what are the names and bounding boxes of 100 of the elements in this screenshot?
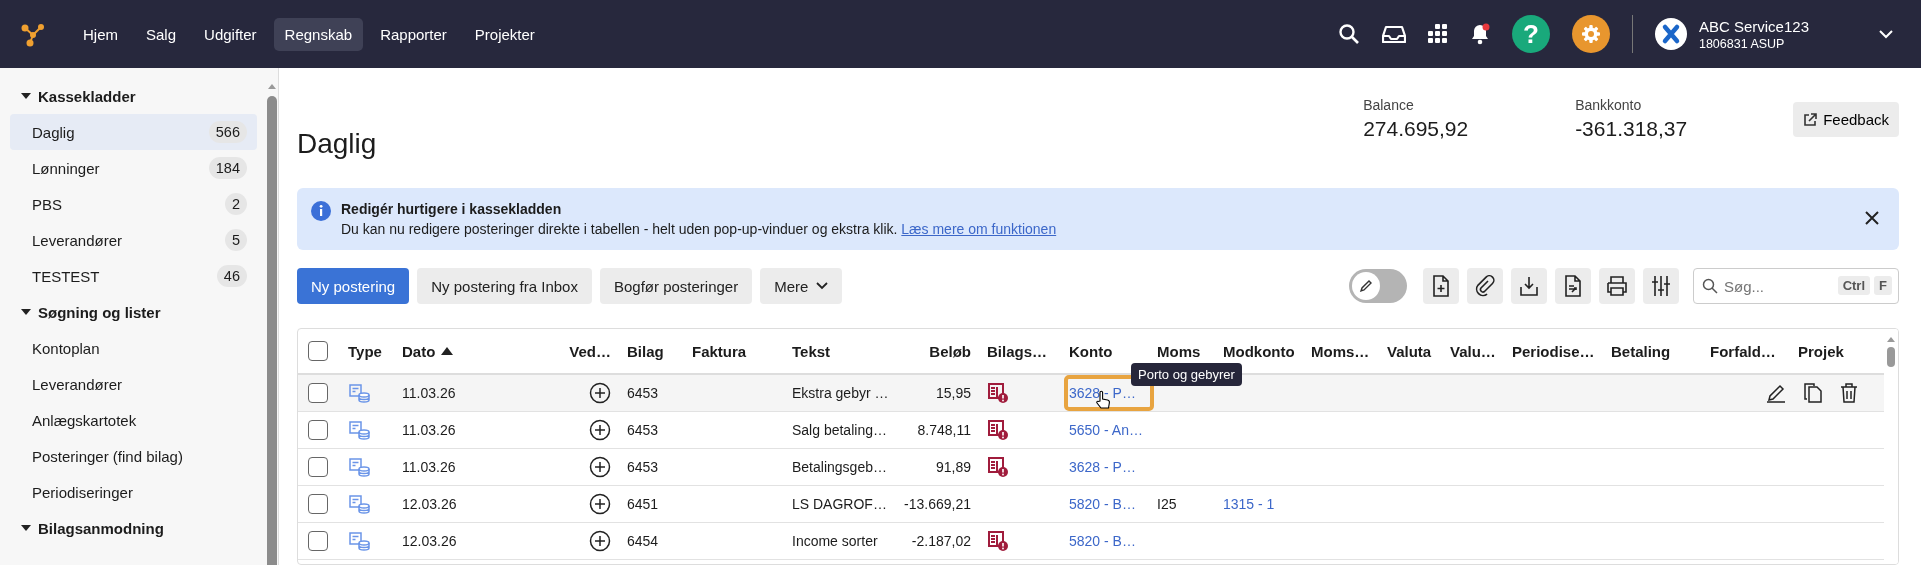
search-icon[interactable] bbox=[1337, 23, 1360, 45]
account-link[interactable]: 5650 - An… bbox=[1069, 422, 1143, 438]
sidebar-item[interactable]: Daglig 566 bbox=[10, 114, 257, 150]
text-cell: Salg betaling… bbox=[792, 422, 887, 438]
edit-icon[interactable] bbox=[1766, 383, 1786, 403]
item-label: Anlægskartotek bbox=[32, 411, 137, 429]
feedback-button[interactable]: Feedback bbox=[1793, 102, 1899, 137]
column-header[interactable]: Projek bbox=[1798, 342, 1844, 360]
stat-value: -361.318,37 bbox=[1575, 117, 1689, 141]
add-icon[interactable] bbox=[589, 419, 611, 441]
item-label: Daglig bbox=[32, 123, 75, 141]
column-header[interactable]: Tekst bbox=[792, 342, 831, 360]
add-icon[interactable] bbox=[589, 493, 611, 515]
sidebar-item[interactable]: Leverandører bbox=[10, 366, 257, 402]
account-link[interactable]: 1315 - 1 bbox=[1223, 496, 1275, 512]
new-document-icon[interactable] bbox=[1423, 268, 1459, 304]
copy-icon[interactable] bbox=[1804, 383, 1822, 403]
scroll-up-icon[interactable] bbox=[266, 82, 277, 90]
settings-button[interactable] bbox=[1571, 15, 1610, 53]
column-header[interactable]: Konto bbox=[1069, 342, 1113, 360]
nav-tab[interactable]: Rapporter bbox=[369, 17, 458, 51]
close-icon[interactable] bbox=[1865, 211, 1879, 225]
column-header[interactable]: Modkonto bbox=[1223, 342, 1295, 360]
export-document-icon[interactable] bbox=[1555, 268, 1591, 304]
column-header[interactable]: Type bbox=[348, 342, 382, 360]
text-cell: LS DAGROF… bbox=[792, 496, 887, 512]
column-header[interactable]: Moms… bbox=[1311, 342, 1370, 360]
new-entry-button[interactable]: Ny postering bbox=[297, 268, 410, 304]
nav-tab[interactable]: Regnskab bbox=[273, 17, 364, 51]
column-header[interactable]: Ved… bbox=[569, 342, 611, 360]
column-header[interactable]: Betaling bbox=[1611, 342, 1671, 360]
learn-more-link[interactable]: Læs mere om funktionen bbox=[901, 221, 1057, 237]
apps-grid-icon[interactable] bbox=[1427, 24, 1448, 44]
date-cell: 12.03.26 bbox=[402, 533, 457, 549]
section-header[interactable]: Bilagsanmodning bbox=[10, 510, 257, 546]
delete-icon[interactable] bbox=[1840, 383, 1858, 403]
column-header[interactable]: Bilag bbox=[627, 342, 664, 360]
missing-attachment-icon[interactable] bbox=[987, 456, 1009, 478]
sidebar-item[interactable]: Lønninger 184 bbox=[10, 150, 257, 186]
row-checkbox[interactable] bbox=[308, 531, 328, 551]
scrollbar-thumb[interactable] bbox=[266, 96, 277, 565]
attachment-icon[interactable] bbox=[1467, 268, 1503, 304]
row-checkbox[interactable] bbox=[308, 494, 328, 514]
more-button[interactable]: Mere bbox=[760, 268, 843, 304]
missing-attachment-icon[interactable] bbox=[987, 419, 1009, 441]
column-header[interactable]: Periodise… bbox=[1512, 342, 1595, 360]
column-header[interactable]: Forfald… bbox=[1710, 342, 1776, 360]
missing-attachment-icon[interactable] bbox=[987, 382, 1009, 404]
toolbar-button[interactable]: Ny postering fra Inbox bbox=[417, 268, 592, 304]
date-cell: 11.03.26 bbox=[402, 422, 456, 438]
download-icon[interactable] bbox=[1511, 268, 1547, 304]
column-header[interactable]: Dato bbox=[402, 342, 454, 360]
column-header[interactable]: Valu… bbox=[1450, 342, 1496, 360]
tooltip: Porto og gebyrer bbox=[1131, 363, 1242, 386]
sidebar-item[interactable]: TESTEST 46 bbox=[10, 258, 257, 294]
missing-attachment-icon[interactable] bbox=[987, 530, 1009, 552]
sidebar-item[interactable]: Leverandører 5 bbox=[10, 222, 257, 258]
inbox-icon[interactable] bbox=[1381, 24, 1406, 44]
nav-tab[interactable]: Salg bbox=[135, 17, 188, 51]
edit-mode-toggle[interactable] bbox=[1349, 269, 1407, 303]
column-header[interactable]: Faktura bbox=[692, 342, 747, 360]
account-link[interactable]: 3628 - P… bbox=[1069, 459, 1136, 475]
pencil-icon bbox=[1359, 279, 1373, 293]
sidebar-item[interactable]: PBS 2 bbox=[10, 186, 257, 222]
sidebar-item[interactable]: Periodiseringer bbox=[10, 474, 257, 510]
add-icon[interactable] bbox=[589, 382, 611, 404]
add-icon[interactable] bbox=[589, 456, 611, 478]
column-header[interactable]: Bilags… bbox=[987, 342, 1047, 360]
entry-type-icon bbox=[348, 494, 370, 514]
column-header[interactable]: Valuta bbox=[1387, 342, 1432, 360]
print-icon[interactable] bbox=[1599, 268, 1635, 304]
amount-cell: -2.187,02 bbox=[911, 533, 971, 549]
bell-icon[interactable] bbox=[1469, 23, 1490, 45]
add-icon[interactable] bbox=[589, 530, 611, 552]
row-checkbox[interactable] bbox=[308, 457, 328, 477]
banner-text: Du kan nu redigere posteringer direkte i tabellen - helt uden pop-up-vinduer og ekstra klik. Læs mere om funktionen bbox=[341, 221, 1058, 237]
sidebar-item[interactable]: Anlægskartotek bbox=[10, 402, 257, 438]
section-header[interactable]: Søgning og lister bbox=[10, 294, 257, 330]
column-settings-icon[interactable] bbox=[1643, 268, 1679, 304]
chevron-down-icon[interactable] bbox=[1879, 29, 1893, 39]
column-header[interactable]: Beløb bbox=[929, 342, 971, 360]
account-link[interactable]: 3628 - P… bbox=[1069, 385, 1136, 401]
select-all-checkbox[interactable] bbox=[308, 341, 328, 361]
nav-tab[interactable]: Udgifter bbox=[193, 17, 268, 51]
nav-tab[interactable]: Projekter bbox=[463, 17, 546, 51]
account-link[interactable]: 5820 - B… bbox=[1069, 533, 1136, 549]
company-avatar[interactable] bbox=[1654, 18, 1687, 50]
scrollbar-thumb[interactable] bbox=[1887, 347, 1895, 367]
row-checkbox[interactable] bbox=[308, 383, 328, 403]
entry-type-icon bbox=[348, 531, 370, 551]
section-header[interactable]: Kassekladder bbox=[10, 78, 257, 114]
amount-cell: -13.669,21 bbox=[904, 496, 971, 512]
row-checkbox[interactable] bbox=[308, 420, 328, 440]
account-link[interactable]: 5820 - B… bbox=[1069, 496, 1136, 512]
column-header[interactable]: Moms bbox=[1157, 342, 1201, 360]
scroll-up-icon[interactable] bbox=[1886, 335, 1896, 343]
sidebar-item[interactable]: Posteringer (find bilag) bbox=[10, 438, 257, 474]
nav-tab[interactable]: Hjem bbox=[72, 17, 129, 51]
sidebar-item[interactable]: Kontoplan bbox=[10, 330, 257, 366]
toolbar-button[interactable]: Bogfør posteringer bbox=[599, 268, 753, 304]
